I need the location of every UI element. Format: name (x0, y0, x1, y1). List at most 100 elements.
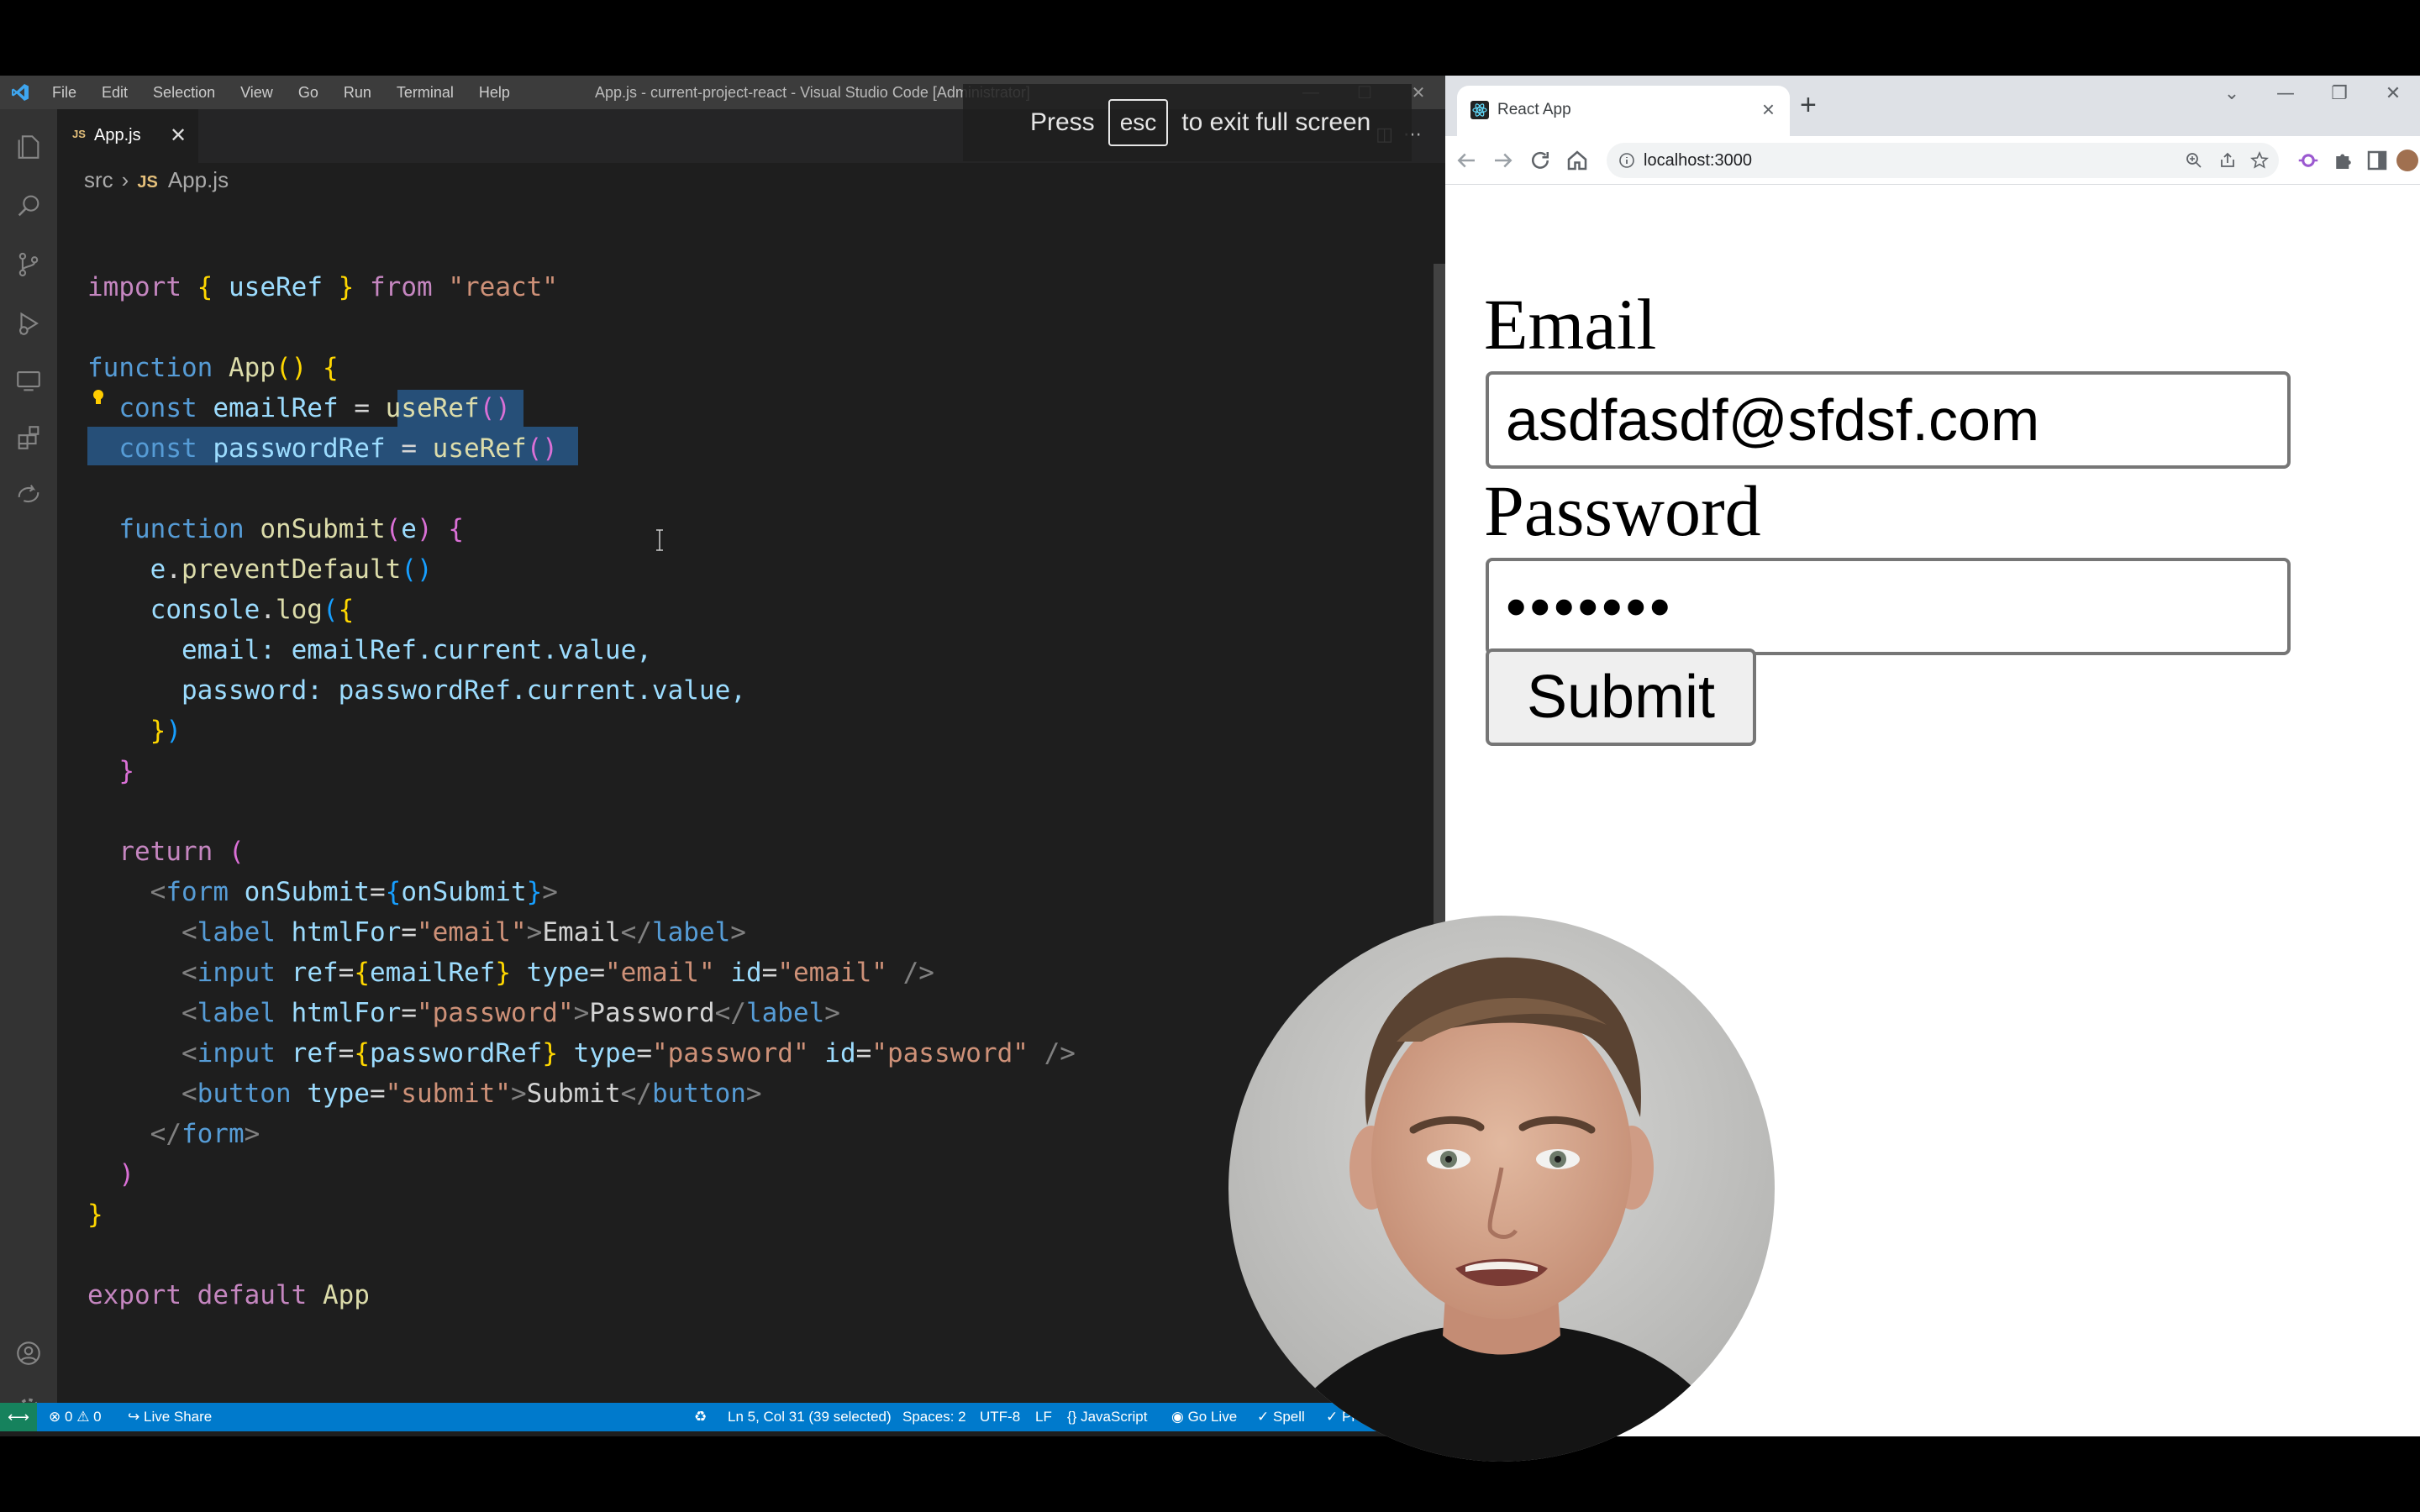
zoom-icon[interactable] (2185, 151, 2203, 170)
code-line-19: <label htmlFor="password">Password</labe… (181, 998, 840, 1028)
language-mode[interactable]: {} JavaScript (1067, 1403, 1147, 1431)
lightbulb-icon[interactable] (91, 388, 106, 408)
extension-purple-icon[interactable] (2296, 148, 2321, 173)
cursor-position[interactable]: Ln 5, Col 31 (39 selected) (728, 1403, 892, 1431)
url-text: localhost:3000 (1644, 151, 1752, 170)
submit-button[interactable]: Submit (1486, 648, 1756, 746)
code-line-13: } (118, 756, 134, 786)
menu-bar: File Edit Selection View Go Run Terminal… (52, 76, 535, 109)
menu-edit[interactable]: Edit (102, 84, 128, 102)
live-share-activity-icon[interactable] (14, 480, 43, 509)
text-cursor-icon (656, 529, 663, 551)
indentation[interactable]: Spaces: 2 (902, 1403, 966, 1431)
browser-minimize-icon[interactable]: — (2259, 76, 2312, 113)
back-arrow-icon[interactable] (1454, 148, 1479, 173)
code-line-20: <input ref={passwordRef} type="password"… (181, 1038, 1076, 1068)
check-icon: ✓ (1257, 1409, 1270, 1425)
code-line-3: function App() { (87, 353, 339, 383)
breadcrumb-folder[interactable]: src (84, 167, 113, 192)
menu-terminal[interactable]: Terminal (397, 84, 454, 102)
new-tab-plus-icon[interactable]: + (1800, 89, 1817, 122)
source-control-icon[interactable] (14, 250, 43, 279)
run-debug-icon[interactable] (14, 309, 43, 338)
check-double-icon: ✓ (1326, 1409, 1339, 1425)
code-line-22: </form> (150, 1119, 260, 1149)
side-panel-icon[interactable] (2365, 148, 2390, 173)
tab-search-chevron-icon[interactable]: ⌄ (2205, 76, 2259, 113)
braces-icon: {} (1067, 1409, 1077, 1425)
share-icon[interactable] (2218, 151, 2237, 170)
address-bar[interactable]: localhost:3000 (1607, 143, 2279, 178)
profile-avatar[interactable] (2396, 150, 2418, 171)
warning-icon: ⚠ (76, 1409, 90, 1425)
error-icon: ⊗ (49, 1409, 61, 1425)
esc-key-badge: esc (1107, 99, 1169, 146)
home-icon[interactable] (1565, 148, 1590, 173)
menu-go[interactable]: Go (298, 84, 318, 102)
email-input[interactable]: asdfasdf@sfdsf.com (1486, 371, 2291, 469)
code-line-17: <label htmlFor="email">Email</label> (181, 917, 746, 948)
code-line-11: password: passwordRef.current.value, (181, 675, 746, 706)
extensions-icon[interactable] (14, 423, 43, 452)
remote-indicator-icon[interactable]: ⟷ (0, 1403, 37, 1431)
site-info-icon[interactable] (1618, 152, 1635, 169)
code-line-12: }) (150, 716, 182, 746)
browser-close-icon[interactable]: ✕ (2366, 76, 2420, 113)
password-input[interactable]: ••••••• (1486, 558, 2291, 655)
remote-explorer-icon[interactable] (14, 366, 43, 395)
code-line-7: function onSubmit(e) { (118, 514, 464, 544)
forward-arrow-icon[interactable] (1491, 148, 1516, 173)
status-bar: ⟷ ⊗ 0 ⚠ 0 ↪ Live Share ♻ Ln 5, Col 31 (3… (0, 1403, 1445, 1431)
chevron-right-icon: › (121, 167, 129, 192)
tab-close-icon[interactable]: ✕ (170, 123, 187, 148)
live-share-label: Live Share (143, 1409, 213, 1425)
extensions-puzzle-icon[interactable] (2331, 148, 2356, 173)
menu-file[interactable]: File (52, 84, 76, 102)
bookmark-star-icon[interactable] (2250, 151, 2269, 170)
go-live-label: Go Live (1187, 1409, 1238, 1425)
code-editor[interactable]: import { useRef } from "react" function … (57, 197, 1430, 1403)
tab-app-js[interactable]: JS App.js ✕ (57, 109, 198, 163)
browser-restore-icon[interactable]: ❐ (2312, 76, 2366, 113)
react-favicon-icon (1470, 101, 1489, 119)
search-icon[interactable] (14, 192, 43, 220)
menu-selection[interactable]: Selection (153, 84, 215, 102)
browser-tab-close-icon[interactable]: × (1762, 97, 1775, 123)
accessibility-icon[interactable]: ♻ (694, 1403, 707, 1431)
vscode-window: File Edit Selection View Go Run Terminal… (0, 76, 1445, 1436)
code-line-10: email: emailRef.current.value, (181, 635, 652, 665)
menu-view[interactable]: View (240, 84, 273, 102)
browser-tab-strip: React App × + ⌄ — ❐ ✕ (1445, 76, 2420, 136)
js-file-icon: JS (72, 128, 86, 140)
fullscreen-notice: Press esc to exit full screen (963, 84, 1412, 161)
spell-label: Spell (1272, 1409, 1305, 1425)
webcam-overlay (1228, 916, 1775, 1462)
code-line-1: import { useRef } from "react" (87, 272, 558, 302)
browser-tab-title: React App (1497, 101, 1571, 118)
js-file-icon: JS (137, 173, 158, 192)
go-live-button[interactable]: ◉ Go Live (1171, 1403, 1237, 1431)
problems-indicator[interactable]: ⊗ 0 ⚠ 0 (49, 1403, 102, 1431)
end-of-line[interactable]: LF (1035, 1403, 1052, 1431)
code-line-15: return ( (118, 837, 245, 867)
reload-icon[interactable] (1528, 148, 1553, 173)
live-share-status[interactable]: ↪ Live Share (128, 1403, 212, 1431)
spell-check-status[interactable]: ✓ Spell (1257, 1403, 1305, 1431)
browser-tab-react-app[interactable]: React App × (1457, 86, 1790, 136)
code-line-5: const passwordRef = useRef() (118, 433, 558, 464)
scrollbar-thumb[interactable] (1434, 264, 1445, 936)
code-line-21: <button type="submit">Submit</button> (181, 1079, 762, 1109)
code-line-18: <input ref={emailRef} type="email" id="e… (181, 958, 934, 988)
explorer-icon[interactable] (14, 133, 43, 161)
code-line-23: ) (118, 1159, 134, 1189)
menu-run[interactable]: Run (344, 84, 371, 102)
code-line-8: e.preventDefault() (150, 554, 433, 585)
menu-help[interactable]: Help (479, 84, 510, 102)
encoding[interactable]: UTF-8 (980, 1403, 1020, 1431)
fullscreen-notice-text: to exit full screen (1181, 108, 1371, 136)
breadcrumb: src › JS App.js (84, 163, 229, 197)
email-label: Email (1484, 284, 1657, 365)
code-line-26: export default App (87, 1280, 370, 1310)
breadcrumb-file[interactable]: App.js (168, 167, 229, 192)
accounts-icon[interactable] (14, 1339, 43, 1368)
